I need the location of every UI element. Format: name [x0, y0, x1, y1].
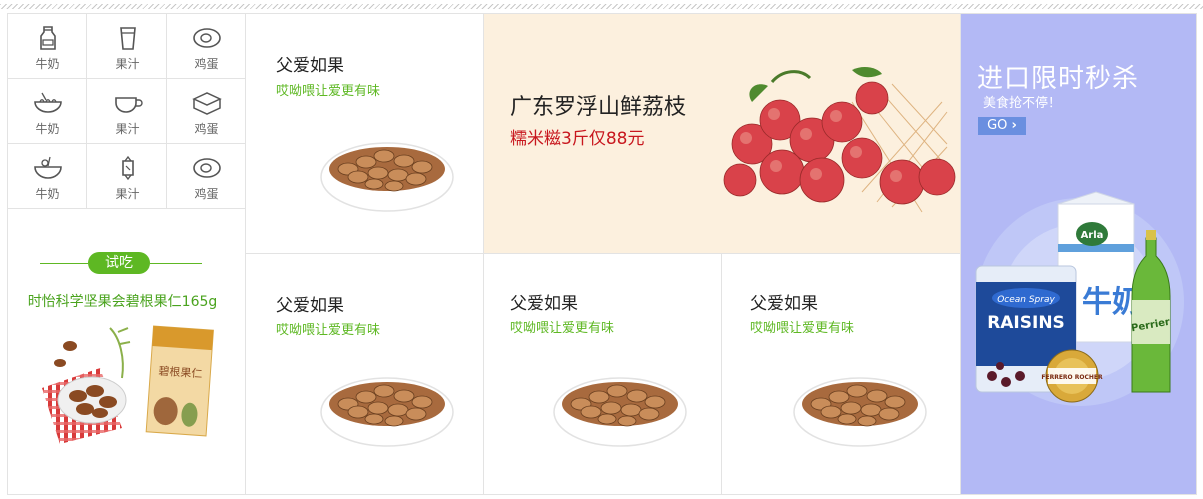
cake-box-icon	[191, 92, 222, 115]
bag-brand: Ocean Spray	[997, 295, 1055, 305]
category-label: 鸡蛋	[194, 187, 219, 201]
go-button-label: GO	[987, 118, 1008, 133]
almond-bowl-image[interactable]	[318, 129, 456, 215]
candy-icon	[121, 155, 134, 181]
go-button[interactable]: GO ›	[978, 117, 1026, 135]
imported-food-image[interactable]: Arla 牛奶 Ocean Spray RAISINS FERRERO ROCH…	[962, 190, 1198, 412]
salad-bowl-icon	[33, 156, 62, 179]
trial-badge: 试吃	[88, 252, 150, 274]
juice-cup-icon	[119, 27, 136, 50]
lychee-banner-title[interactable]: 广东罗浮山鲜荔枝	[510, 89, 686, 121]
category-label: 果汁	[115, 187, 140, 201]
product-subtitle: 哎呦喂让爱更有味	[750, 321, 855, 336]
category-label: 牛奶	[35, 57, 60, 71]
promo-title[interactable]: 进口限时秒杀	[977, 58, 1139, 95]
category-juice[interactable]: 果汁	[88, 144, 167, 208]
category-egg[interactable]: 鸡蛋	[167, 79, 246, 143]
almond-bowl-image[interactable]	[318, 364, 456, 450]
product-title[interactable]: 父爱如果	[276, 291, 344, 316]
category-juice[interactable]: 果汁	[88, 79, 167, 143]
chevron-right-icon: ›	[1011, 118, 1017, 133]
almond-bowl-image[interactable]	[791, 364, 929, 450]
product-subtitle: 哎呦喂让爱更有味	[510, 321, 615, 336]
category-milk[interactable]: 牛奶	[8, 14, 87, 78]
carton-brand: Arla	[1081, 230, 1104, 241]
egg-icon	[192, 158, 221, 178]
category-milk[interactable]: 牛奶	[8, 144, 87, 208]
category-label: 果汁	[115, 122, 140, 136]
chocolate-brand: FERRERO ROCHER	[1041, 374, 1103, 381]
category-label: 鸡蛋	[194, 122, 219, 136]
category-milk[interactable]: 牛奶	[8, 79, 87, 143]
product-subtitle: 哎呦喂让爱更有味	[276, 323, 381, 338]
egg-icon	[192, 28, 221, 48]
noodle-bowl-icon	[33, 92, 62, 113]
milk-bottle-icon	[39, 26, 56, 50]
coffee-cup-icon	[114, 97, 143, 113]
category-egg[interactable]: 鸡蛋	[167, 144, 246, 208]
pecan-product-image[interactable]: 碧根果仁	[40, 318, 220, 448]
product-title[interactable]: 父爱如果	[276, 51, 344, 76]
almond-bowl-image[interactable]	[551, 364, 689, 450]
category-label: 鸡蛋	[194, 57, 219, 71]
category-label: 牛奶	[35, 122, 60, 136]
top-stripe-divider	[0, 4, 1203, 9]
lychee-image[interactable]	[712, 62, 960, 222]
lychee-banner-price: 糯米糍3斤仅88元	[510, 129, 645, 149]
trial-product-name[interactable]: 时怡科学坚果会碧根果仁165g	[15, 291, 230, 311]
category-label: 果汁	[115, 57, 140, 71]
trial-divider-right	[150, 263, 202, 264]
promo-subtitle: 美食抢不停！	[983, 96, 1062, 111]
trial-divider-left	[40, 263, 88, 264]
product-title[interactable]: 父爱如果	[750, 289, 818, 314]
category-egg[interactable]: 鸡蛋	[167, 14, 246, 78]
category-juice[interactable]: 果汁	[88, 14, 167, 78]
category-label: 牛奶	[35, 187, 60, 201]
product-title[interactable]: 父爱如果	[510, 289, 578, 314]
product-subtitle: 哎呦喂让爱更有味	[276, 84, 381, 99]
bag-text: RAISINS	[987, 313, 1065, 333]
